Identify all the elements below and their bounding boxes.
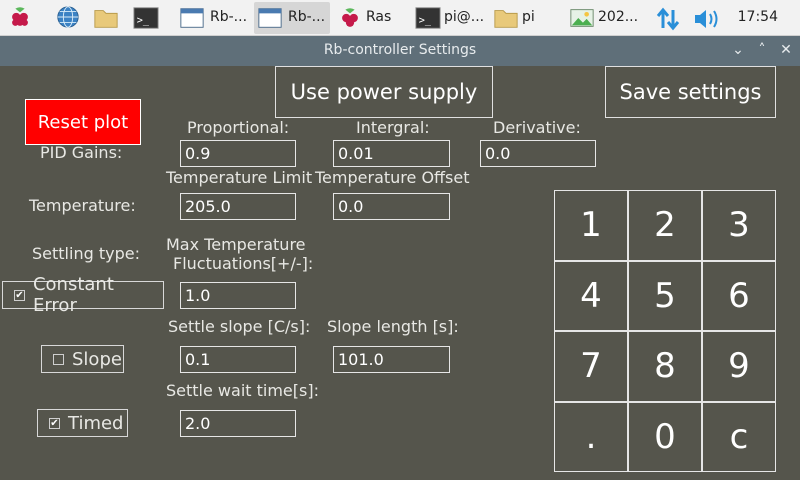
taskbar-window-rb-2[interactable]: Rb-... [254, 2, 330, 34]
taskbar-label: Ras [366, 9, 392, 25]
key-1[interactable]: 1 [554, 190, 628, 261]
window-titlebar[interactable]: Rb-controller Settings ⌄ ˄ ✕ [0, 36, 800, 66]
slope-checkbox[interactable]: Slope [41, 345, 124, 373]
taskbar-window-rb-1[interactable]: Rb-... [176, 2, 250, 34]
folder-icon [94, 10, 118, 28]
web-browser-button[interactable] [52, 2, 86, 34]
settle-slope-input[interactable]: 0.1 [180, 346, 296, 373]
check-icon: ✔ [49, 417, 60, 429]
temperature-limit-label: Temperature Limit [166, 168, 313, 187]
key-3[interactable]: 3 [702, 190, 776, 261]
taskbar-window-image[interactable]: 202... [566, 2, 642, 34]
constant-error-label: Constant Error [32, 274, 114, 316]
numeric-keypad: 1 2 3 4 5 6 7 8 9 . 0 c [554, 190, 776, 472]
slope-label: Slope [72, 348, 122, 370]
key-7[interactable]: 7 [554, 331, 628, 402]
settling-type-label: Settling type: [32, 244, 140, 263]
temperature-offset-label: Temperature Offset [315, 168, 470, 187]
temperature-label: Temperature: [29, 196, 136, 215]
reset-plot-button[interactable]: Reset plot [25, 99, 141, 145]
raspberry-icon [342, 8, 358, 27]
settings-content: Reset plot Use power supply Save setting… [0, 66, 800, 480]
terminal-icon: >_ [415, 7, 441, 29]
settings-window: Rb-controller Settings ⌄ ˄ ✕ Reset plot … [0, 36, 800, 480]
constant-error-checkbox[interactable]: ✔ Constant Error [2, 274, 164, 316]
derivative-input[interactable]: 0.0 [480, 140, 596, 167]
taskbar: >_ Rb-... Rb-... Ras >_ pi@... pi 202...… [0, 0, 800, 36]
max-fluctuation-label-2: Fluctuations[+/-]: [173, 254, 314, 273]
key-clear[interactable]: c [702, 401, 776, 472]
taskbar-window-terminal[interactable]: >_ pi@... [412, 2, 488, 34]
integral-input[interactable]: 0.01 [333, 140, 450, 167]
network-transfer-icon[interactable] [654, 6, 682, 32]
use-power-supply-button[interactable]: Use power supply [275, 66, 493, 118]
checkbox-unchecked-icon [53, 353, 64, 365]
slope-length-input[interactable]: 101.0 [333, 346, 450, 373]
terminal-button[interactable]: >_ [130, 2, 166, 34]
proportional-label: Proportional: [187, 118, 290, 137]
taskbar-label: pi [522, 9, 535, 25]
file-manager-button[interactable] [90, 2, 126, 34]
taskbar-label: Rb-... [210, 9, 248, 25]
window-icon [258, 8, 282, 28]
proportional-input[interactable]: 0.9 [180, 140, 296, 167]
clock[interactable]: 17:54 [738, 9, 778, 25]
raspberry-menu-icon [12, 7, 28, 26]
temperature-limit-input[interactable]: 205.0 [180, 193, 296, 220]
close-button[interactable]: ✕ [776, 40, 796, 60]
settle-wait-input[interactable]: 2.0 [180, 410, 296, 437]
svg-text:>_: >_ [137, 16, 150, 27]
window-icon [180, 8, 204, 28]
taskbar-label: Rb-... [288, 9, 326, 25]
derivative-label: Derivative: [493, 118, 581, 137]
check-icon: ✔ [14, 289, 25, 301]
settle-slope-label: Settle slope [C/s]: [168, 317, 311, 336]
key-0[interactable]: 0 [628, 401, 702, 472]
timed-label: Timed [68, 412, 124, 434]
taskbar-label: pi@... [444, 9, 485, 25]
settle-wait-label: Settle wait time[s]: [166, 381, 319, 400]
key-8[interactable]: 8 [628, 331, 702, 402]
max-fluctuation-input[interactable]: 1.0 [180, 282, 296, 309]
image-viewer-icon [570, 9, 594, 27]
pid-gains-label: PID Gains: [40, 143, 123, 162]
timed-checkbox[interactable]: ✔ Timed [37, 409, 128, 437]
key-2[interactable]: 2 [628, 190, 702, 261]
integral-label: Intergral: [356, 118, 430, 137]
maximize-button[interactable]: ˄ [752, 40, 772, 60]
taskbar-window-folder[interactable]: pi [490, 2, 560, 34]
slope-length-label: Slope length [s]: [327, 317, 459, 336]
svg-text:>_: >_ [419, 16, 432, 27]
volume-icon[interactable] [692, 7, 722, 31]
save-settings-button[interactable]: Save settings [605, 66, 776, 118]
max-fluctuation-label: Max Temperature [166, 235, 306, 254]
key-6[interactable]: 6 [702, 260, 776, 331]
taskbar-window-ras[interactable]: Ras [334, 2, 408, 34]
window-title: Rb-controller Settings [323, 42, 477, 58]
key-decimal[interactable]: . [554, 401, 628, 472]
key-4[interactable]: 4 [554, 260, 628, 331]
temperature-offset-input[interactable]: 0.0 [333, 193, 450, 220]
globe-icon [57, 6, 79, 28]
collapse-button[interactable]: ⌄ [728, 40, 748, 60]
terminal-icon: >_ [133, 7, 159, 29]
key-9[interactable]: 9 [702, 331, 776, 402]
menu-button[interactable] [4, 2, 36, 34]
key-5[interactable]: 5 [628, 260, 702, 331]
taskbar-label: 202... [598, 9, 639, 25]
folder-icon [494, 10, 518, 28]
